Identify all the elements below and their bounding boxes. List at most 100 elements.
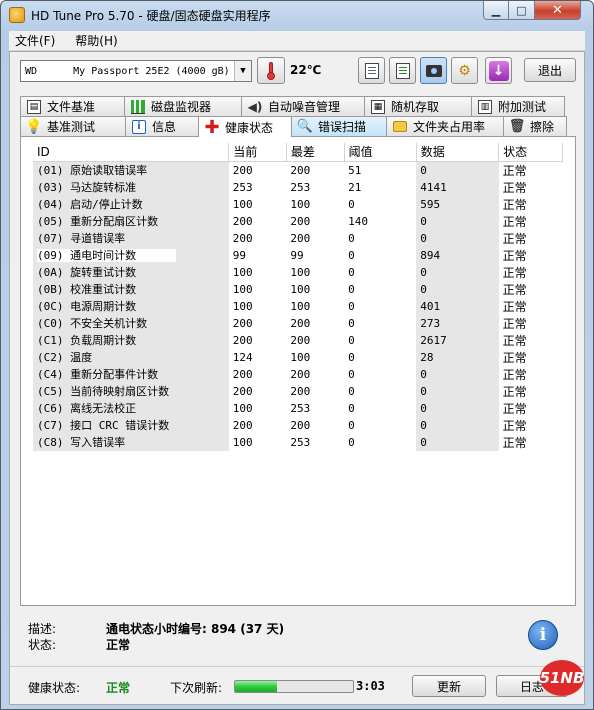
tab-benchmark[interactable]: 💡 基准测试 <box>20 116 126 136</box>
cell-id: (C7) 接口 CRC 错误计数 <box>33 416 229 434</box>
table-row[interactable]: (01) 原始读取错误率 200 200 51 0 正常 <box>33 161 563 179</box>
tab-random-access[interactable]: ▦ 随机存取 <box>364 96 472 116</box>
cell-threshold: 0 <box>348 367 355 381</box>
cell-data: 0 <box>416 416 499 434</box>
table-row[interactable]: (0C) 电源周期计数 100 100 0 401 正常 <box>33 297 563 315</box>
cell-status: 正常 <box>502 299 527 314</box>
cell-threshold: 0 <box>348 350 355 364</box>
col-current[interactable]: 当前 <box>228 143 287 162</box>
cell-id: (C2) 温度 <box>33 348 229 366</box>
cell-threshold: 0 <box>348 333 355 347</box>
description-value: 通电状态小时编号: 894 (37 天) <box>106 622 285 636</box>
cell-worst: 253 <box>290 401 311 415</box>
table-row[interactable]: (C7) 接口 CRC 错误计数 200 200 0 0 正常 <box>33 416 563 434</box>
screenshot-button[interactable] <box>420 57 447 84</box>
table-row[interactable]: (04) 启动/停止计数 100 100 0 595 正常 <box>33 195 563 213</box>
refresh-countdown: 3:03 <box>356 679 385 693</box>
cell-status: 正常 <box>502 214 527 229</box>
tab-file-benchmark[interactable]: ▤ 文件基准 <box>20 96 125 116</box>
info-button[interactable]: i <box>528 620 558 650</box>
maximize-button[interactable]: □ <box>509 1 535 20</box>
col-status[interactable]: 状态 <box>498 143 563 162</box>
table-row[interactable]: (09) 通电时间计数 99 99 0 894 正常 <box>33 246 563 264</box>
tab-disk-monitor[interactable]: 磁盘监视器 <box>124 96 242 116</box>
refresh-button[interactable]: 更新 <box>412 675 486 697</box>
speaker-icon: ◀) <box>247 99 263 114</box>
cell-current: 200 <box>232 384 253 398</box>
col-threshold[interactable]: 阈值 <box>344 143 417 162</box>
table-row[interactable]: (0B) 校准重试计数 100 100 0 0 正常 <box>33 280 563 298</box>
attribute-name: (04) 启动/停止计数 <box>37 198 143 211</box>
table-row[interactable]: (0A) 旋转重试计数 100 100 0 0 正常 <box>33 263 563 281</box>
tab-label: 基准测试 <box>47 120 96 134</box>
minimize-button[interactable]: ▁ <box>483 1 509 20</box>
title-bar[interactable]: HD Tune Pro 5.70 - 硬盘/固态硬盘实用程序 ▁ □ ✕ <box>1 1 593 29</box>
tab-row-2: 💡 基准测试 i 信息 ✚ 健康状态 🔍 错误扫描 文件夹占用率 🗑 擦除 <box>20 116 567 138</box>
save-button[interactable]: ↓ <box>485 57 512 84</box>
cell-worst: 99 <box>290 248 304 262</box>
tab-aam[interactable]: ◀) 自动噪音管理 <box>241 96 365 116</box>
camera-icon <box>425 64 442 77</box>
drive-select-value: WD My Passport 25E2 (4000 gB) <box>25 65 230 77</box>
table-row[interactable]: (C8) 写入错误率 100 253 0 0 正常 <box>33 433 563 451</box>
cell-current: 200 <box>232 367 253 381</box>
exit-button[interactable]: 退出 <box>524 58 576 82</box>
table-row[interactable]: (C5) 当前待映射扇区计数 200 200 0 0 正常 <box>33 382 563 400</box>
cell-status: 正常 <box>502 197 527 212</box>
tab-erase[interactable]: 🗑 擦除 <box>503 116 567 136</box>
cell-threshold: 0 <box>348 299 355 313</box>
table-row[interactable]: (C4) 重新分配事件计数 200 200 0 0 正常 <box>33 365 563 383</box>
cell-worst: 200 <box>290 384 311 398</box>
options-button[interactable]: ⚙ <box>451 57 478 84</box>
attribute-name: (07) 寻道错误率 <box>37 232 126 245</box>
close-button[interactable]: ✕ <box>535 1 581 20</box>
tab-info[interactable]: i 信息 <box>125 116 199 136</box>
copy-screenshot-button[interactable] <box>389 57 416 84</box>
attribute-name: (0C) 电源周期计数 <box>37 300 137 313</box>
magnifier-icon: 🔍 <box>296 119 314 134</box>
cell-data: 0 <box>416 212 499 230</box>
refresh-progress-bar <box>234 680 354 693</box>
copy-text-button[interactable] <box>358 57 385 84</box>
smart-table[interactable]: ID 当前 最差 阈值 数据 状态 (01) 原始读取错误率 200 200 51 0 正… <box>33 143 563 451</box>
file-benchmark-icon: ▤ <box>27 99 41 114</box>
tab-label: 文件夹占用率 <box>413 120 486 134</box>
cell-id: (0A) 旋转重试计数 <box>33 263 229 281</box>
description-label: 描述: <box>28 622 57 636</box>
col-worst[interactable]: 最差 <box>286 143 345 162</box>
table-row[interactable]: (C1) 负载周期计数 200 200 0 2617 正常 <box>33 331 563 349</box>
drive-select[interactable]: WD My Passport 25E2 (4000 gB) ▼ <box>20 60 252 82</box>
tab-label: 随机存取 <box>391 100 440 114</box>
cell-data: 894 <box>416 246 499 264</box>
tab-extra-tests[interactable]: ▥ 附加测试 <box>471 96 565 116</box>
cell-id: (0C) 电源周期计数 <box>33 297 229 315</box>
table-row[interactable]: (03) 马达旋转标准 253 253 21 4141 正常 <box>33 178 563 196</box>
cell-threshold: 140 <box>348 214 368 228</box>
cell-threshold: 0 <box>348 231 355 245</box>
chevron-down-icon[interactable]: ▼ <box>234 61 251 81</box>
tab-health[interactable]: ✚ 健康状态 <box>198 116 292 138</box>
app-window: HD Tune Pro 5.70 - 硬盘/固态硬盘实用程序 ▁ □ ✕ 文件(… <box>0 0 594 710</box>
chart-icon <box>131 99 145 114</box>
col-id[interactable]: ID <box>33 143 230 162</box>
table-row[interactable]: (C6) 离线无法校正 100 253 0 0 正常 <box>33 399 563 417</box>
cell-worst: 100 <box>290 265 311 279</box>
menu-help[interactable]: 帮助(H) <box>75 32 117 49</box>
cell-id: (07) 寻道错误率 <box>33 229 229 247</box>
table-row[interactable]: (C0) 不安全关机计数 200 200 0 273 正常 <box>33 314 563 332</box>
menu-file[interactable]: 文件(F) <box>15 32 55 49</box>
table-row[interactable]: (07) 寻道错误率 200 200 0 0 正常 <box>33 229 563 247</box>
col-data[interactable]: 数据 <box>416 143 500 162</box>
cell-status: 正常 <box>502 384 527 399</box>
cell-worst: 253 <box>290 435 311 449</box>
table-row[interactable]: (05) 重新分配扇区计数 200 200 140 0 正常 <box>33 212 563 230</box>
temperature-button[interactable] <box>257 57 285 84</box>
tab-error-scan[interactable]: 🔍 错误扫描 <box>291 116 387 136</box>
table-row[interactable]: (C2) 温度 124 100 0 28 正常 <box>33 348 563 366</box>
cell-data: 0 <box>416 365 499 383</box>
tab-label: 信息 <box>152 120 177 134</box>
tab-folder-usage[interactable]: 文件夹占用率 <box>386 116 504 136</box>
cell-data: 2617 <box>416 331 499 349</box>
cell-current: 100 <box>232 282 253 296</box>
cell-data: 595 <box>416 195 499 213</box>
